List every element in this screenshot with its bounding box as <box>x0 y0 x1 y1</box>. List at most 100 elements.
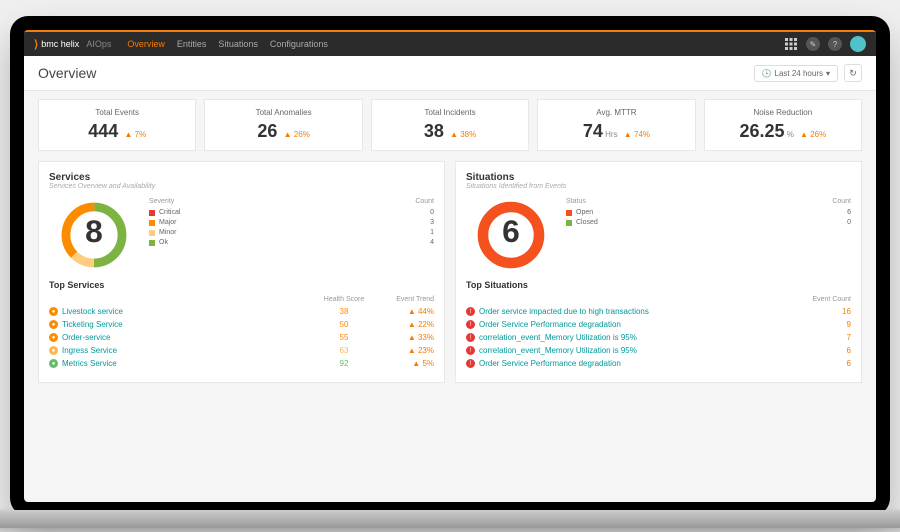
time-range-selector[interactable]: 🕒 Last 24 hours ▾ <box>754 65 838 82</box>
legend-swatch-icon <box>149 240 155 246</box>
services-donut: 8 <box>49 198 139 272</box>
brand: ⟩ bmc helix AIOps <box>34 38 111 51</box>
status-icon: ● <box>49 346 58 355</box>
content: Total Events444 ▲ 7%Total Anomalies26 ▲ … <box>24 91 876 502</box>
services-subtitle: Services Overview and Availability <box>49 183 434 190</box>
table-row: !Order Service Performance degradation6 <box>466 359 851 368</box>
table-row: ● Metrics Service92▲ 5% <box>49 359 434 368</box>
apps-grid-icon[interactable] <box>784 37 798 51</box>
status-icon: ● <box>49 307 58 316</box>
health-score: 50 <box>314 320 374 329</box>
status-icon: ! <box>466 346 475 355</box>
legend-swatch-icon <box>566 210 572 216</box>
kpi-delta: ▲ 26% <box>281 130 309 139</box>
top-services-title: Top Services <box>49 280 434 290</box>
legend-label: Major <box>159 219 177 226</box>
col-name <box>466 296 791 303</box>
status-icon: ! <box>466 307 475 316</box>
kpi-card: Total Anomalies26 ▲ 26% <box>204 99 362 151</box>
status-icon: ! <box>466 359 475 368</box>
situations-panel: Situations Situations Identified from Ev… <box>455 161 862 383</box>
page-header: Overview 🕒 Last 24 hours ▾ ↻ <box>24 56 876 91</box>
table-row: ●Ticketing Service50▲ 22% <box>49 320 434 329</box>
status-icon: ! <box>466 333 475 342</box>
kpi-delta: ▲ 26% <box>798 130 826 139</box>
situations-title: Situations <box>466 172 851 183</box>
legend-swatch-icon <box>149 210 155 216</box>
situation-link[interactable]: correlation_event_Memory Utilization is … <box>479 346 791 355</box>
health-score: 92 <box>314 359 374 368</box>
legend-count: 0 <box>430 209 434 216</box>
kpi-row: Total Events444 ▲ 7%Total Anomalies26 ▲ … <box>38 99 862 151</box>
nav-overview[interactable]: Overview <box>127 39 165 49</box>
kpi-value: 74 <box>583 121 603 141</box>
situations-donut-value: 6 <box>502 213 520 249</box>
kpi-value: 38 <box>424 121 444 141</box>
brand-logo-icon: ⟩ <box>34 38 38 51</box>
service-link[interactable]: Ticketing Service <box>62 320 314 329</box>
event-count: 9 <box>791 320 851 329</box>
nav-situations[interactable]: Situations <box>218 39 258 49</box>
help-icon[interactable]: ? <box>828 37 842 51</box>
kpi-value: 444 <box>88 121 118 141</box>
situations-donut: 6 <box>466 198 556 272</box>
table-row: ! Order service impacted due to high tran… <box>466 307 851 316</box>
kpi-delta: ▲ 38% <box>448 130 476 139</box>
service-link[interactable]: Ingress Service <box>62 346 314 355</box>
event-trend: ▲ 33% <box>374 333 434 342</box>
refresh-button[interactable]: ↻ <box>844 64 862 82</box>
legend-row: Open 6 <box>566 209 851 216</box>
service-link[interactable]: Order-service <box>62 333 314 342</box>
status-icon: ! <box>466 320 475 329</box>
service-link[interactable]: Metrics Service <box>62 359 314 368</box>
kpi-label: Noise Reduction <box>713 108 853 117</box>
kpi-label: Total Events <box>47 108 187 117</box>
status-icon: ● <box>49 333 58 342</box>
kpi-unit: % <box>784 130 793 139</box>
topbar: ⟩ bmc helix AIOps Overview Entities Situat… <box>24 30 876 56</box>
legend-label: Minor <box>159 229 177 236</box>
chevron-down-icon: ▾ <box>826 69 830 78</box>
kpi-label: Avg. MTTR <box>546 108 686 117</box>
situation-link[interactable]: Order Service Performance degradation <box>479 320 791 329</box>
legend-swatch-icon <box>566 220 572 226</box>
brand-product: AIOps <box>86 39 111 49</box>
health-score: 55 <box>314 333 374 342</box>
panels: Services Services Overview and Availabil… <box>38 161 862 383</box>
services-donut-value: 8 <box>85 213 103 249</box>
situation-link[interactable]: correlation_event_Memory Utilization is … <box>479 333 791 342</box>
table-row: ! Order Service Performance degradation9 <box>466 320 851 329</box>
legend-count: 6 <box>847 209 851 216</box>
kpi-label: Total Incidents <box>380 108 520 117</box>
situation-link[interactable]: Order service impacted due to high trans… <box>479 307 791 316</box>
kpi-card: Avg. MTTR74 Hrs ▲ 74% <box>537 99 695 151</box>
event-count: 7 <box>791 333 851 342</box>
top-situations-title: Top Situations <box>466 280 851 290</box>
legend-row: Ok4 <box>149 239 434 246</box>
situations-legend: StatusCount Open6Closed0 <box>566 198 851 229</box>
nav-configurations[interactable]: Configurations <box>270 39 328 49</box>
service-link[interactable]: Livestock service <box>62 307 314 316</box>
kpi-label: Total Anomalies <box>213 108 353 117</box>
compass-icon[interactable]: ✎ <box>806 37 820 51</box>
legend-row: Critical0 <box>149 209 434 216</box>
legend-count: 0 <box>847 219 851 226</box>
legend-row: Closed 0 <box>566 219 851 226</box>
laptop-frame: ⟩ bmc helix AIOps Overview Entities Situat… <box>10 16 890 516</box>
col-trend: Event Trend <box>374 296 434 303</box>
table-row: ●Ingress Service63▲ 23% <box>49 346 434 355</box>
kpi-value: 26.25 <box>739 121 784 141</box>
situations-subtitle: Situations Identified from Events <box>466 183 851 190</box>
avatar[interactable] <box>850 36 866 52</box>
legend-label: Closed <box>576 219 598 226</box>
services-panel: Services Services Overview and Availabil… <box>38 161 445 383</box>
nav-entities[interactable]: Entities <box>177 39 207 49</box>
status-icon: ● <box>49 359 58 368</box>
legend-label: Open <box>576 209 593 216</box>
clock-icon: 🕒 <box>762 69 772 78</box>
legend-swatch-icon <box>149 220 155 226</box>
refresh-icon: ↻ <box>849 68 857 79</box>
kpi-card: Noise Reduction 26.25 % ▲ 26% <box>704 99 862 151</box>
situation-link[interactable]: Order Service Performance degradation <box>479 359 791 368</box>
event-trend: ▲ 5% <box>374 359 434 368</box>
